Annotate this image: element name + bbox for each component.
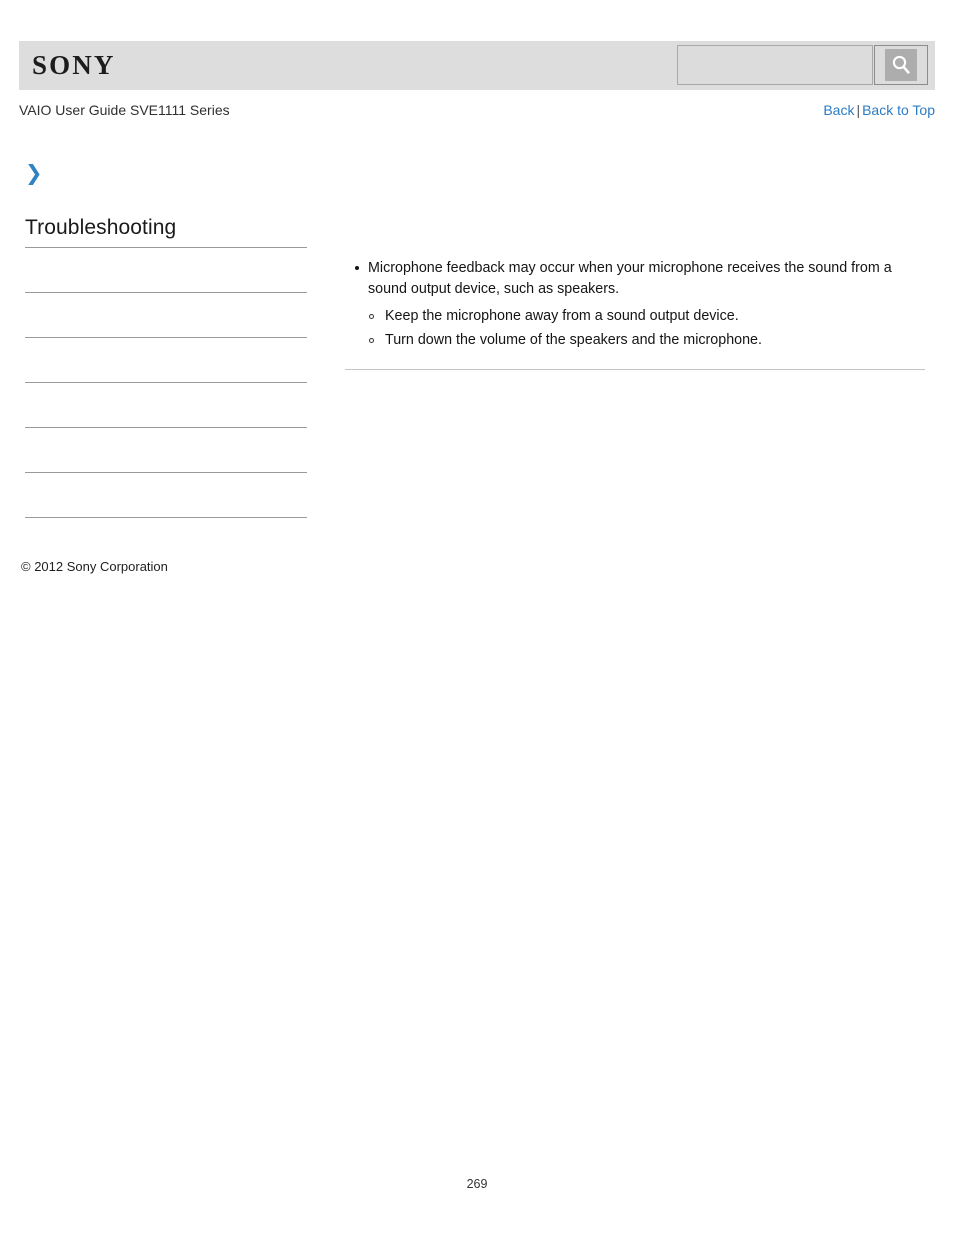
sidebar-item[interactable] — [25, 383, 307, 428]
sidebar: Troubleshooting — [25, 214, 307, 518]
sidebar-item[interactable] — [25, 428, 307, 473]
sidebar-item[interactable] — [25, 473, 307, 518]
bullet-disc-icon — [355, 266, 359, 270]
sidebar-heading-troubleshooting: Troubleshooting — [25, 216, 177, 239]
search-button[interactable] — [874, 45, 928, 85]
sidebar-item[interactable] — [25, 338, 307, 383]
copyright-notice: © 2012 Sony Corporation — [21, 559, 168, 574]
site-header: SONY — [19, 41, 935, 90]
nav-separator: | — [856, 102, 861, 118]
page-title: VAIO User Guide SVE1111 Series — [19, 102, 230, 118]
content-divider — [345, 369, 925, 370]
list-item-text: Turn down the volume of the speakers and… — [385, 332, 762, 348]
bullet-circle-icon — [369, 314, 374, 319]
search-input[interactable] — [677, 45, 873, 85]
subheader-row: VAIO User Guide SVE1111 Series Back | Back… — [19, 99, 935, 121]
search-widget — [677, 45, 928, 85]
search-icon — [885, 49, 917, 81]
back-link[interactable]: Back — [823, 102, 854, 118]
chevron-right-icon: ❯ — [25, 161, 43, 185]
tip-list: Microphone feedback may occur when your … — [345, 258, 925, 352]
sony-logo: SONY — [32, 50, 116, 80]
list-item: Microphone feedback may occur when your … — [345, 258, 925, 352]
tip-sublist: Keep the microphone away from a sound ou… — [368, 304, 925, 352]
page-number: 269 — [466, 1177, 488, 1191]
list-item-text: Microphone feedback may occur when your … — [368, 260, 892, 297]
bullet-circle-icon — [369, 338, 374, 343]
back-to-top-link[interactable]: Back to Top — [862, 102, 935, 118]
list-item: Keep the microphone away from a sound ou… — [368, 304, 925, 328]
header-nav: Back | Back to Top — [823, 99, 935, 121]
list-item: Turn down the volume of the speakers and… — [368, 328, 925, 352]
sidebar-item[interactable] — [25, 248, 307, 293]
main-content: Microphone feedback may occur when your … — [345, 258, 925, 370]
sidebar-item[interactable] — [25, 293, 307, 338]
list-item-text: Keep the microphone away from a sound ou… — [385, 308, 739, 324]
